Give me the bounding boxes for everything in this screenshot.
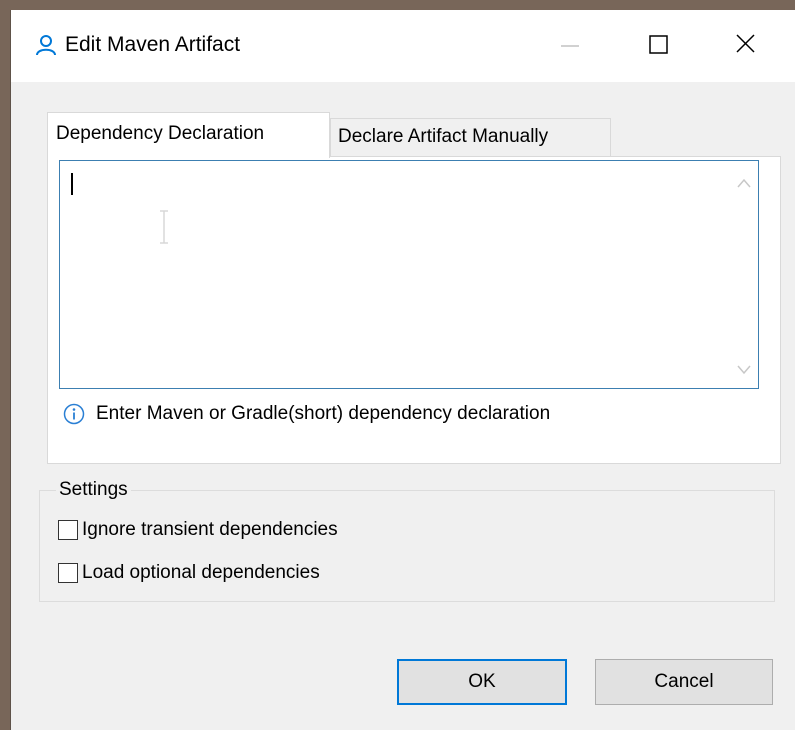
close-icon bbox=[736, 34, 755, 53]
dependency-declaration-input[interactable] bbox=[59, 160, 759, 389]
user-icon bbox=[35, 34, 57, 56]
ignore-transient-checkbox[interactable] bbox=[58, 520, 78, 540]
tab-declare-artifact-manually[interactable]: Declare Artifact Manually bbox=[330, 118, 611, 156]
scroll-down-arrow-icon[interactable] bbox=[737, 362, 751, 375]
maximize-button[interactable] bbox=[635, 27, 681, 63]
load-optional-checkbox[interactable] bbox=[58, 563, 78, 583]
ignore-transient-label[interactable]: Ignore transient dependencies bbox=[82, 518, 338, 542]
text-caret bbox=[71, 173, 73, 195]
hint-text: Enter Maven or Gradle(short) dependency … bbox=[96, 403, 551, 424]
load-optional-label[interactable]: Load optional dependencies bbox=[82, 561, 320, 585]
edit-maven-artifact-dialog: Edit Maven Artifact Dependency Declarati… bbox=[10, 10, 795, 730]
ibeam-cursor-icon bbox=[158, 210, 170, 244]
scroll-up-arrow-icon[interactable] bbox=[737, 175, 751, 188]
ok-button[interactable]: OK bbox=[397, 659, 567, 705]
tab-dependency-declaration[interactable]: Dependency Declaration bbox=[47, 112, 330, 158]
cancel-button[interactable]: Cancel bbox=[595, 659, 773, 705]
settings-group: Settings Ignore transient dependencies L… bbox=[39, 479, 775, 602]
info-icon bbox=[63, 403, 85, 425]
window-title: Edit Maven Artifact bbox=[65, 33, 241, 56]
vertical-scrollbar[interactable] bbox=[730, 161, 758, 388]
dependency-declaration-panel: Enter Maven or Gradle(short) dependency … bbox=[47, 156, 781, 464]
title-bar: Edit Maven Artifact bbox=[11, 10, 795, 82]
close-button[interactable] bbox=[723, 27, 769, 63]
minimize-button[interactable] bbox=[547, 27, 593, 63]
settings-title: Settings bbox=[56, 479, 131, 501]
